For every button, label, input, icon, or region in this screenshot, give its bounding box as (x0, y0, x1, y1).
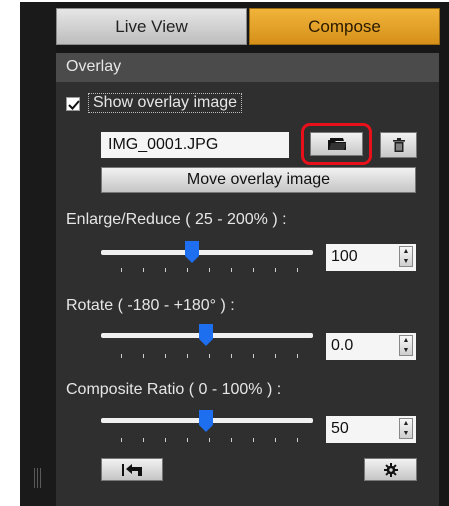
tab-compose[interactable]: Compose (249, 8, 440, 45)
move-overlay-button[interactable]: Move overlay image (101, 167, 416, 193)
open-folder-button[interactable] (301, 123, 372, 165)
ratio-value: 50 (331, 420, 349, 437)
left-gutter (20, 2, 56, 506)
ratio-value-field[interactable]: 50 ▲ ▼ (326, 416, 416, 443)
tab-live-view[interactable]: Live View (56, 8, 247, 45)
enlarge-slider-thumb[interactable] (185, 241, 199, 263)
rotate-value-field[interactable]: 0.0 ▲ ▼ (326, 333, 416, 360)
checkmark-icon (68, 100, 80, 110)
spin-down-icon[interactable]: ▼ (403, 430, 410, 437)
ratio-label: Composite Ratio ( 0 - 100% ) : (66, 381, 282, 398)
show-overlay-label[interactable]: Show overlay image (88, 93, 243, 113)
undo-arrow-icon (122, 463, 142, 476)
enlarge-spinner[interactable]: ▲ ▼ (399, 246, 413, 267)
rotate-value: 0.0 (331, 337, 354, 354)
enlarge-label: Enlarge/Reduce ( 25 - 200% ) : (66, 211, 287, 228)
resize-grip[interactable] (34, 468, 43, 488)
enlarge-slider-ticks (121, 268, 298, 272)
spin-down-icon[interactable]: ▼ (403, 258, 410, 265)
enlarge-slider-track[interactable] (101, 250, 313, 255)
reset-button[interactable] (101, 458, 163, 481)
spin-down-icon[interactable]: ▼ (403, 347, 410, 354)
spin-up-icon[interactable]: ▲ (403, 420, 410, 427)
overlay-file-field[interactable]: IMG_0001.JPG (101, 132, 289, 158)
settings-button[interactable] (364, 458, 417, 481)
overlay-header: Overlay (56, 53, 439, 82)
delete-overlay-button[interactable] (380, 132, 417, 158)
rotate-label: Rotate ( -180 - +180° ) : (66, 297, 235, 314)
rotate-slider-thumb[interactable] (199, 324, 213, 346)
rotate-slider-ticks (121, 354, 298, 358)
folder-icon (327, 138, 346, 150)
trash-icon (392, 138, 405, 152)
spin-up-icon[interactable]: ▲ (403, 337, 410, 344)
enlarge-value-field[interactable]: 100 ▲ ▼ (326, 244, 416, 271)
ratio-slider-ticks (121, 438, 298, 442)
rotate-spinner[interactable]: ▲ ▼ (399, 335, 413, 356)
show-overlay-checkbox[interactable] (66, 97, 80, 111)
enlarge-value: 100 (331, 248, 358, 265)
spin-up-icon[interactable]: ▲ (403, 248, 410, 255)
gear-icon (383, 462, 398, 477)
ratio-slider-thumb[interactable] (199, 410, 213, 432)
ratio-spinner[interactable]: ▲ ▼ (399, 418, 413, 439)
